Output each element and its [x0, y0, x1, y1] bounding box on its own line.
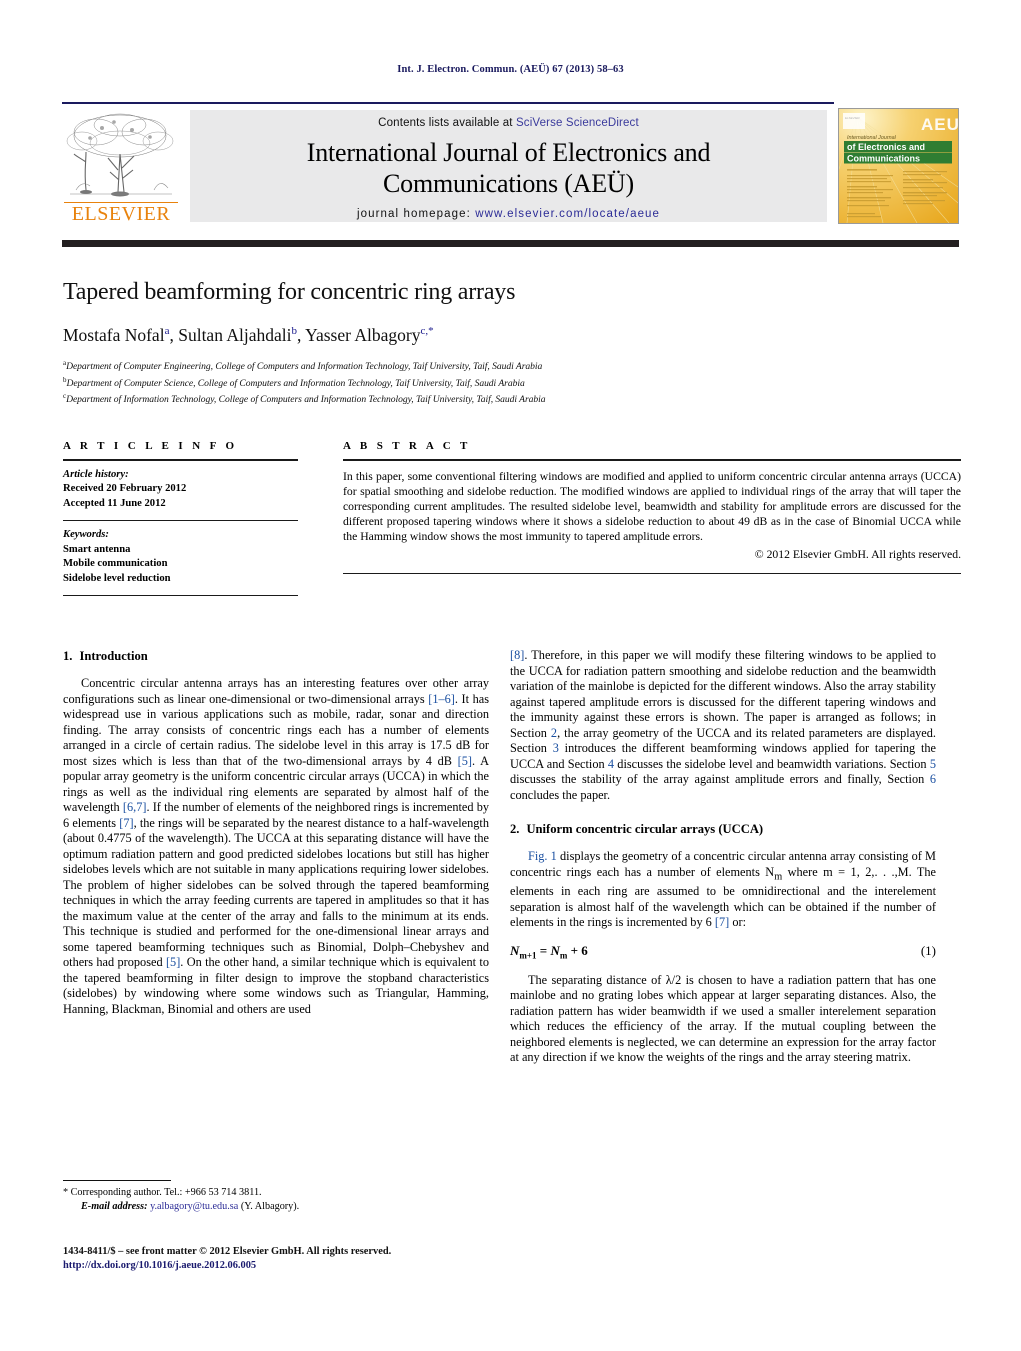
page-title: Tapered beamforming for concentric ring …	[63, 279, 516, 305]
elsevier-wordmark: ELSEVIER	[71, 203, 171, 225]
svg-text:International Journal: International Journal	[847, 135, 897, 141]
citation-8[interactable]: [8]	[510, 648, 524, 662]
citation-7b[interactable]: [7]	[715, 915, 729, 929]
affiliation-b: bDepartment of Computer Science, College…	[63, 374, 963, 391]
masthead-top-rule	[62, 102, 834, 104]
affiliation-text-a: Department of Computer Engineering, Coll…	[66, 361, 543, 373]
intro-paragraph-left: Concentric circular antenna arrays has a…	[63, 676, 489, 1017]
keyword-item-2: Mobile communication	[63, 558, 168, 570]
ucca-text-c: or:	[729, 915, 746, 930]
body-column-left: 1. Introduction Concentric circular anten…	[63, 648, 489, 1017]
footnote-block: * Corresponding author. Tel.: +966 53 71…	[63, 1180, 489, 1213]
abstract-text: In this paper, some conventional filteri…	[343, 469, 961, 544]
journal-title: International Journal of Electronics and…	[190, 137, 827, 199]
citation-5a[interactable]: [5]	[458, 754, 472, 768]
keyword-item-1: Smart antenna	[63, 543, 131, 555]
section-title-2: Uniform concentric circular arrays (UCCA…	[526, 822, 764, 836]
ucca-paragraph-2: The separating distance of λ/2 is chosen…	[510, 972, 936, 1065]
intro-paragraph-right: [8]. Therefore, in this paper we will mo…	[510, 648, 936, 803]
section-number-1: 1.	[63, 649, 73, 663]
affiliation-c: cDepartment of Information Technology, C…	[63, 390, 963, 407]
journal-title-line-1: International Journal of Electronics and	[306, 138, 711, 167]
title-block: Tapered beamforming for concentric ring …	[63, 278, 963, 407]
svg-text:ELSEVIER: ELSEVIER	[845, 116, 861, 120]
article-info-rule-bottom	[63, 595, 298, 597]
intro-text-k: discusses the stability of the array aga…	[510, 772, 930, 786]
running-head: Int. J. Electron. Commun. (AEÜ) 67 (2013…	[397, 64, 624, 75]
journal-homepage-link[interactable]: www.elsevier.com/locate/aeue	[475, 208, 660, 220]
author-names: Mostafa Nofala, Sultan Aljahdalib, Yasse…	[63, 324, 434, 345]
keywords-label: Keywords:	[63, 529, 109, 541]
email-suffix: (Y. Albagory).	[238, 1200, 300, 1212]
issn-doi-block: 1434-8411/$ – see front matter © 2012 El…	[63, 1245, 523, 1272]
svg-text:AEU: AEU	[921, 115, 958, 134]
abstract-heading: A B S T R A C T	[343, 440, 471, 452]
journal-band: Contents lists available at SciVerse Sci…	[190, 110, 827, 222]
journal-masthead: ELSEVIER Contents lists available at Sci…	[62, 102, 959, 224]
abstract-rule-top	[343, 459, 961, 461]
section-link-5[interactable]: 5	[930, 757, 936, 771]
article-history-group: Article history: Received 20 February 20…	[63, 461, 298, 521]
ucca-paragraph-1: Fig. 1 displays the geometry of a concen…	[510, 849, 936, 931]
journal-title-line-2: Communications (AEÜ)	[383, 169, 634, 198]
body-column-right: [8]. Therefore, in this paper we will mo…	[510, 648, 936, 1066]
equation-1-row: Nm+1 = Nm + 6 (1)	[510, 943, 936, 961]
contents-list-prefix: Contents lists available at	[378, 117, 516, 129]
elsevier-logo: ELSEVIER	[62, 110, 180, 224]
affiliation-list: aDepartment of Computer Engineering, Col…	[63, 357, 963, 407]
ucca-subscript-m: m	[774, 870, 783, 882]
section-link-6[interactable]: 6	[930, 772, 936, 786]
equation-1-number: (1)	[920, 942, 936, 958]
sciencedirect-link[interactable]: SciVerse ScienceDirect	[516, 117, 639, 129]
doi-link[interactable]: http://dx.doi.org/10.1016/j.aeue.2012.06…	[63, 1259, 523, 1273]
email-note: E-mail address: y.albagory@tu.edu.sa (Y.…	[63, 1200, 489, 1213]
section-title-1: Introduction	[79, 649, 148, 663]
article-info-column: A R T I C L E I N F O Article history: R…	[63, 440, 298, 597]
masthead-bottom-bar	[62, 240, 959, 247]
abstract-column: A B S T R A C T In this paper, some conv…	[343, 440, 961, 575]
contents-list-line: Contents lists available at SciVerse Sci…	[190, 117, 827, 129]
intro-text-l: concludes the paper.	[510, 787, 611, 802]
article-history-received: Received 20 February 2012	[63, 483, 187, 494]
citation-5b[interactable]: [5]	[166, 955, 180, 969]
elsevier-tree-icon	[66, 113, 174, 197]
intro-text-a: Concentric circular antenna arrays has a…	[63, 676, 489, 706]
citation-6-7[interactable]: [6,7]	[123, 800, 147, 814]
article-history-accepted: Accepted 11 June 2012	[63, 497, 166, 509]
journal-article-page: Int. J. Electron. Commun. (AEÜ) 67 (2013…	[0, 0, 1021, 1351]
journal-cover-thumbnail: ELSEVIER AEU International Journal of El…	[838, 108, 959, 224]
article-info-heading: A R T I C L E I N F O	[63, 440, 238, 452]
email-link[interactable]: y.albagory@tu.edu.sa	[150, 1201, 238, 1212]
journal-cover-art: ELSEVIER AEU International Journal of El…	[839, 109, 958, 223]
author-list: Mostafa Nofala, Sultan Aljahdalib, Yasse…	[63, 320, 963, 346]
spacer-before-section-2	[510, 803, 936, 821]
intro-text-e: , the rings will be separated by the nea…	[63, 815, 489, 970]
figure-link-1[interactable]: Fig. 1	[528, 849, 557, 863]
svg-text:of Electronics and: of Electronics and	[847, 142, 925, 152]
affiliation-a: aDepartment of Computer Engineering, Col…	[63, 357, 963, 374]
abstract-rule-bottom	[343, 572, 961, 575]
section-heading-introduction: 1. Introduction	[63, 648, 489, 664]
footnote-rule	[63, 1180, 171, 1182]
corresponding-author-note: * Corresponding author. Tel.: +966 53 71…	[63, 1187, 262, 1199]
affiliation-text-b: Department of Computer Science, College …	[66, 377, 525, 389]
svg-text:Communications: Communications	[847, 154, 920, 164]
citation-7a[interactable]: [7]	[119, 816, 133, 830]
email-label: E-mail address:	[81, 1200, 148, 1212]
affiliation-text-c: Department of Information Technology, Co…	[66, 394, 546, 406]
keywords-group: Keywords: Smart antenna Mobile communica…	[63, 521, 298, 595]
equation-1-body: Nm+1 = Nm + 6	[510, 942, 588, 961]
section-heading-ucca: 2. Uniform concentric circular arrays (UC…	[510, 821, 936, 837]
journal-homepage-line: journal homepage: www.elsevier.com/locat…	[190, 208, 827, 220]
section-number-2: 2.	[510, 822, 520, 836]
keyword-item-3: Sidelobe level reduction	[63, 572, 171, 584]
intro-text-j: discusses the sidelobe level and beamwid…	[614, 756, 930, 771]
journal-homepage-prefix: journal homepage:	[356, 208, 476, 220]
abstract-copyright: © 2012 Elsevier GmbH. All rights reserve…	[754, 547, 961, 561]
article-history-label: Article history:	[63, 468, 129, 480]
issn-front-matter: 1434-8411/$ – see front matter © 2012 El…	[63, 1246, 392, 1257]
citation-1-6[interactable]: [1–6]	[428, 692, 455, 706]
